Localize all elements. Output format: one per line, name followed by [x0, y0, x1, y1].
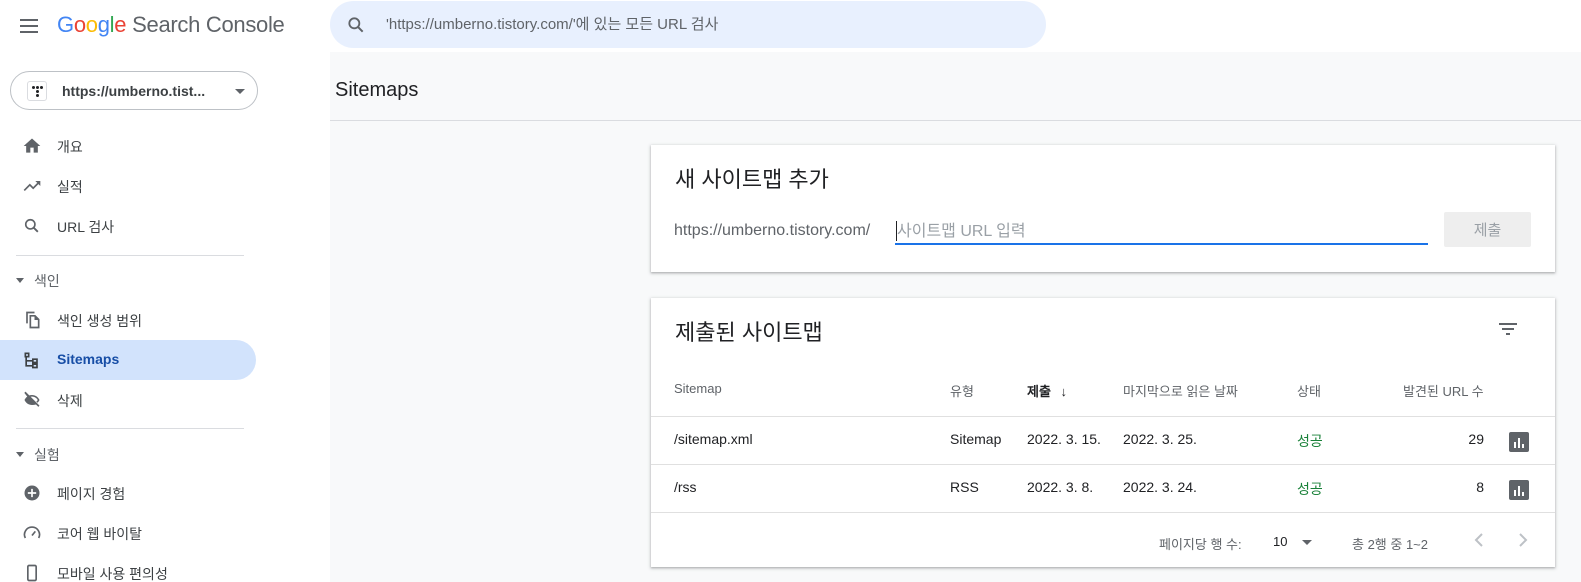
column-header-submitted[interactable]: 제출 ↓: [1027, 381, 1067, 400]
column-header-label: 제출: [1027, 384, 1051, 399]
submitted-sitemaps-card: 제출된 사이트맵 Sitemap 유형 제출 ↓ 마지막으로 읽은 날짜 상태 …: [651, 298, 1555, 567]
page-range-label: 총 2행 중 1~2: [1352, 537, 1428, 552]
caret-down-icon: [16, 278, 24, 283]
search-icon: [24, 218, 39, 233]
submit-button[interactable]: 제출: [1444, 212, 1531, 247]
caret-down-icon: [16, 452, 24, 457]
bar-chart-icon[interactable]: [1509, 432, 1529, 452]
logo-letter: o: [85, 12, 98, 37]
sidebar-divider: [16, 428, 244, 429]
row-divider: [651, 512, 1555, 513]
logo-letter: g: [97, 12, 110, 37]
cell-discovered-urls: 29: [1468, 431, 1484, 447]
chevron-down-icon: [235, 89, 245, 94]
sidebar-item-label: 코어 웹 바이탈: [57, 526, 143, 542]
logo-letter: G: [57, 12, 74, 37]
filter-icon[interactable]: [1496, 317, 1520, 341]
sidebar-item-label: 모바일 사용 편의성: [57, 566, 168, 582]
chevron-right-icon[interactable]: [1511, 528, 1535, 552]
visibility-off-icon: [24, 391, 40, 407]
column-header-status[interactable]: 상태: [1297, 381, 1321, 400]
speed-gauge-icon: [23, 526, 41, 539]
search-icon[interactable]: [346, 15, 366, 35]
product-name: Search Console: [132, 12, 285, 37]
rows-per-page-select[interactable]: 10: [1271, 530, 1319, 552]
cell-submitted: 2022. 3. 8.: [1027, 479, 1094, 495]
sidebar-item-url-inspection[interactable]: URL 검사: [0, 206, 256, 246]
rows-per-page-label: 페이지당 행 수:: [1159, 537, 1242, 552]
property-selector[interactable]: https://umberno.tist...: [10, 71, 258, 110]
sidebar-item-label: Sitemaps: [57, 351, 120, 367]
sidebar-item-label: 페이지 경험: [57, 486, 126, 502]
sitemap-icon: [24, 352, 38, 369]
card-title: 새 사이트맵 추가: [675, 167, 829, 192]
cell-last-read: 2022. 3. 25.: [1123, 431, 1197, 447]
section-label: 실험: [34, 447, 60, 463]
cell-sitemap: /rss: [674, 479, 697, 495]
add-circle-icon: [24, 485, 40, 501]
sidebar-item-coverage[interactable]: 색인 생성 범위: [0, 300, 256, 340]
sidebar-item-removals[interactable]: 삭제: [0, 380, 256, 420]
row-divider: [651, 416, 1555, 417]
sidebar-item-label: 개요: [57, 139, 83, 155]
cell-discovered-urls: 8: [1476, 479, 1484, 495]
column-header-sitemap[interactable]: Sitemap: [674, 381, 722, 396]
cell-submitted: 2022. 3. 15.: [1027, 431, 1101, 447]
logo-letter: e: [114, 12, 127, 37]
column-header-type[interactable]: 유형: [950, 381, 974, 400]
arrow-down-icon: ↓: [1060, 384, 1068, 399]
sidebar-item-label: 실적: [57, 179, 83, 195]
rows-per-page-value: 10: [1273, 534, 1288, 549]
search-input[interactable]: [386, 1, 1026, 48]
sitemap-url-prefix: https://umberno.tistory.com/: [674, 222, 871, 239]
search-console-logo[interactable]: Google Search Console: [57, 12, 285, 38]
page-title: Sitemaps: [335, 79, 419, 101]
card-title: 제출된 사이트맵: [675, 320, 823, 345]
chevron-left-icon[interactable]: [1467, 528, 1491, 552]
sidebar-item-label: URL 검사: [57, 219, 115, 235]
text-cursor: [896, 221, 897, 241]
cell-last-read: 2022. 3. 24.: [1123, 479, 1197, 495]
row-divider: [651, 464, 1555, 465]
cell-sitemap: /sitemap.xml: [674, 431, 753, 447]
column-header-last-read[interactable]: 마지막으로 읽은 날짜: [1123, 381, 1238, 400]
property-label: https://umberno.tist...: [62, 83, 206, 99]
bar-chart-icon[interactable]: [1509, 480, 1529, 500]
sidebar-section-index[interactable]: 색인: [0, 260, 256, 300]
sidebar-item-page-experience[interactable]: 페이지 경험: [0, 473, 256, 513]
sitemap-url-input[interactable]: [895, 221, 1428, 245]
sidebar-item-label: 색인 생성 범위: [57, 313, 143, 329]
top-app-bar: Google Search Console: [0, 0, 1581, 52]
column-header-discovered-urls[interactable]: 발견된 URL 수: [1403, 381, 1484, 400]
sidebar-item-label: 삭제: [57, 393, 83, 409]
hamburger-menu-icon[interactable]: [18, 14, 42, 38]
trending-up-icon: [23, 181, 41, 191]
cell-status: 성공: [1297, 481, 1323, 497]
sidebar-item-overview[interactable]: 개요: [0, 126, 256, 166]
site-favicon-icon: [27, 81, 47, 101]
add-sitemap-card: 새 사이트맵 추가 https://umberno.tistory.com/ 제…: [651, 145, 1555, 272]
caret-down-icon: [1302, 540, 1312, 545]
home-icon: [23, 138, 41, 153]
cell-type: RSS: [950, 479, 979, 495]
sidebar-divider: [16, 255, 244, 256]
sidebar-item-core-web-vitals[interactable]: 코어 웹 바이탈: [0, 513, 256, 553]
sidebar-item-performance[interactable]: 실적: [0, 166, 256, 206]
sidebar-item-sitemaps[interactable]: Sitemaps: [0, 340, 256, 380]
sidebar-section-experience[interactable]: 실험: [0, 434, 256, 474]
cell-type: Sitemap: [950, 431, 1002, 447]
file-copy-icon: [26, 311, 40, 329]
logo-letter: o: [73, 12, 86, 37]
smartphone-icon: [27, 564, 37, 582]
section-label: 색인: [34, 273, 60, 289]
url-inspection-search[interactable]: [330, 1, 1046, 48]
sidebar-item-mobile-usability[interactable]: 모바일 사용 편의성: [0, 553, 256, 582]
title-divider: [330, 120, 1581, 121]
cell-status: 성공: [1297, 433, 1323, 449]
